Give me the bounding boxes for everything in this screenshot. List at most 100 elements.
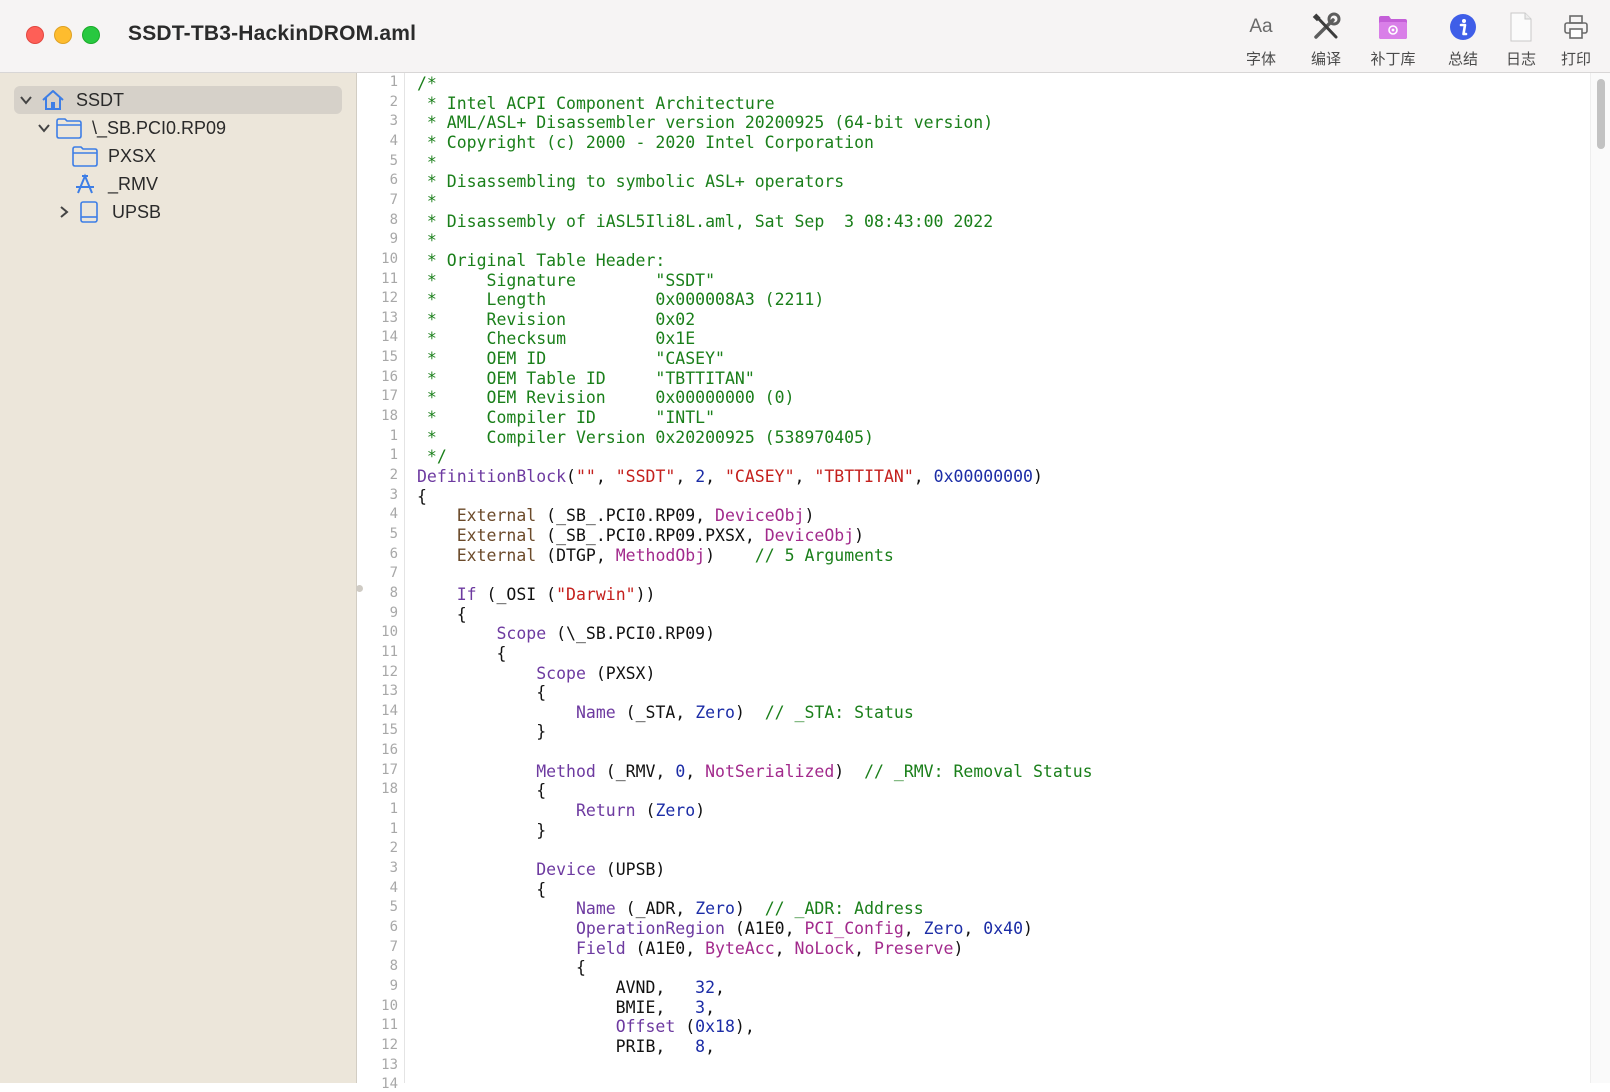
code-line: { (417, 781, 546, 801)
code-token: * (417, 152, 437, 172)
code-token: * OEM ID "CASEY" (417, 349, 725, 369)
code-token: { (417, 879, 547, 899)
line-number: 1 (389, 74, 398, 90)
toolbar-compile-button[interactable]: 编译 (1296, 12, 1356, 69)
toolbar-font-button[interactable]: Aa 字体 (1231, 12, 1291, 69)
line-number: 12 (381, 290, 398, 307)
toolbar-summary-button[interactable]: 总结 (1433, 12, 1493, 69)
line-number: 7 (389, 938, 398, 955)
code-token: (_SB_.PCI0.RP09.PXSX, (536, 525, 765, 545)
line-number: 14 (381, 1076, 398, 1092)
sidebar-item-ssdt[interactable]: SSDT (14, 86, 342, 114)
window-title: SSDT-TB3-HackinDROM.aml (128, 22, 417, 45)
code-token: AVND, (417, 977, 696, 997)
scrollbar-thumb[interactable] (1597, 79, 1605, 149)
close-window-button[interactable] (26, 26, 44, 44)
code-token: * Compiler Version 0x20200925 (538970405… (417, 427, 874, 447)
chevron-down-icon[interactable] (18, 92, 34, 108)
line-number: 1 (389, 427, 398, 444)
code-token: * OEM Revision 0x00000000 (0) (417, 388, 795, 408)
code-token: Zero (695, 899, 735, 919)
folder-icon (72, 145, 98, 167)
toolbar-log-button[interactable]: 日志 (1491, 12, 1551, 69)
zoom-window-button[interactable] (82, 26, 100, 44)
code-line: External (_SB_.PCI0.RP09, DeviceObj) (417, 506, 815, 526)
line-number: 2 (389, 93, 398, 110)
line-number: 14 (381, 702, 398, 719)
toolbar-log-label: 日志 (1505, 50, 1536, 68)
toolbar-font-label: 字体 (1245, 50, 1276, 68)
code-token: Preserve (874, 938, 954, 958)
code-token: { (417, 486, 427, 506)
chevron-down-icon[interactable] (36, 120, 52, 136)
split-view-divider-handle[interactable] (356, 585, 363, 592)
code-token: ) (734, 899, 765, 919)
code-token: * Compiler ID "INTL" (417, 408, 716, 428)
code-token: "TBTTITAN" (814, 467, 914, 486)
code-token: 8 (695, 1036, 706, 1056)
sidebar-item-rp09[interactable]: \_SB.PCI0.RP09 (36, 114, 226, 142)
device-icon (76, 201, 102, 223)
line-number-gutter: 1 2 3 4 5 6 7 8 9 10 11 12 13 14 15 16 17 18 1 1 2 3 4 5 6 7 8 9 10 1… (364, 73, 405, 1092)
toolbar-patches-label: 补丁库 (1370, 50, 1416, 68)
line-number: 12 (381, 663, 398, 680)
sidebar-item-rmv[interactable]: _RMV (72, 170, 158, 198)
sidebar-item-upsb[interactable]: UPSB (56, 198, 161, 226)
code-token: ByteAcc (705, 938, 775, 958)
code-token: (_STA, (615, 702, 696, 722)
toolbar-patches-button[interactable]: 补丁库 (1358, 12, 1428, 69)
line-number: 1 (389, 801, 398, 818)
code-token: Zero (655, 801, 696, 821)
chevron-right-icon[interactable] (56, 204, 72, 220)
patch-folder-icon (1358, 12, 1428, 42)
code-token: OperationRegion (575, 918, 725, 938)
code-token: , (675, 467, 696, 486)
folder-icon (56, 117, 82, 139)
code-line: { (417, 605, 467, 625)
line-number: 9 (389, 231, 398, 248)
line-number: 17 (381, 761, 398, 778)
house-icon (40, 89, 66, 111)
code-editor[interactable]: 1 2 3 4 5 6 7 8 9 10 11 12 13 14 15 16 17 18 1 1 2 3 4 5 6 7 8 9 10 1… (364, 73, 1610, 1092)
vertical-scrollbar[interactable] (1590, 73, 1610, 1083)
code-token: * Revision 0x02 (417, 309, 696, 329)
code-line: * Length 0x000008A3 (2211) (417, 290, 824, 310)
code-line: OperationRegion (A1E0, PCI_Config, Zero,… (417, 919, 1033, 939)
tools-icon (1296, 12, 1356, 42)
code-token: If (456, 584, 477, 604)
code-token: NoLock (794, 938, 855, 958)
line-number: 3 (389, 113, 398, 130)
code-token: * Checksum 0x1E (417, 329, 696, 349)
code-line: Scope (\_SB.PCI0.RP09) (417, 624, 715, 644)
code-line: DefinitionBlock("", "SSDT", 2, "CASEY", … (417, 467, 1043, 487)
toolbar-print-button[interactable]: 打印 (1546, 12, 1606, 69)
code-token: 0x18 (695, 1017, 735, 1037)
code-token: * Disassembling to symbolic ASL+ operato… (417, 172, 845, 192)
code-token: // _RMV: Removal Status (864, 761, 1093, 781)
line-number: 3 (389, 860, 398, 876)
sidebar-item-pxsx[interactable]: PXSX (72, 142, 156, 170)
line-number: 15 (381, 722, 398, 739)
code-token: * (417, 191, 437, 211)
minimize-window-button[interactable] (54, 26, 72, 44)
code-token: * AML/ASL+ Disassembler version 20200925… (417, 113, 994, 133)
code-token: BMIE, (417, 997, 696, 1017)
code-line: BMIE, 3, (417, 998, 715, 1018)
line-number: 18 (381, 781, 398, 798)
line-number: 3 (389, 486, 398, 503)
code-token: ) (705, 545, 755, 565)
sidebar-item-label: \_SB.PCI0.RP09 (92, 117, 227, 138)
code-line: * Checksum 0x1E (417, 329, 695, 349)
line-number: 5 (389, 152, 398, 169)
code-token: } (417, 722, 547, 742)
code-line: * Signature "SSDT" (417, 271, 715, 291)
code-token: ( (675, 1017, 696, 1037)
